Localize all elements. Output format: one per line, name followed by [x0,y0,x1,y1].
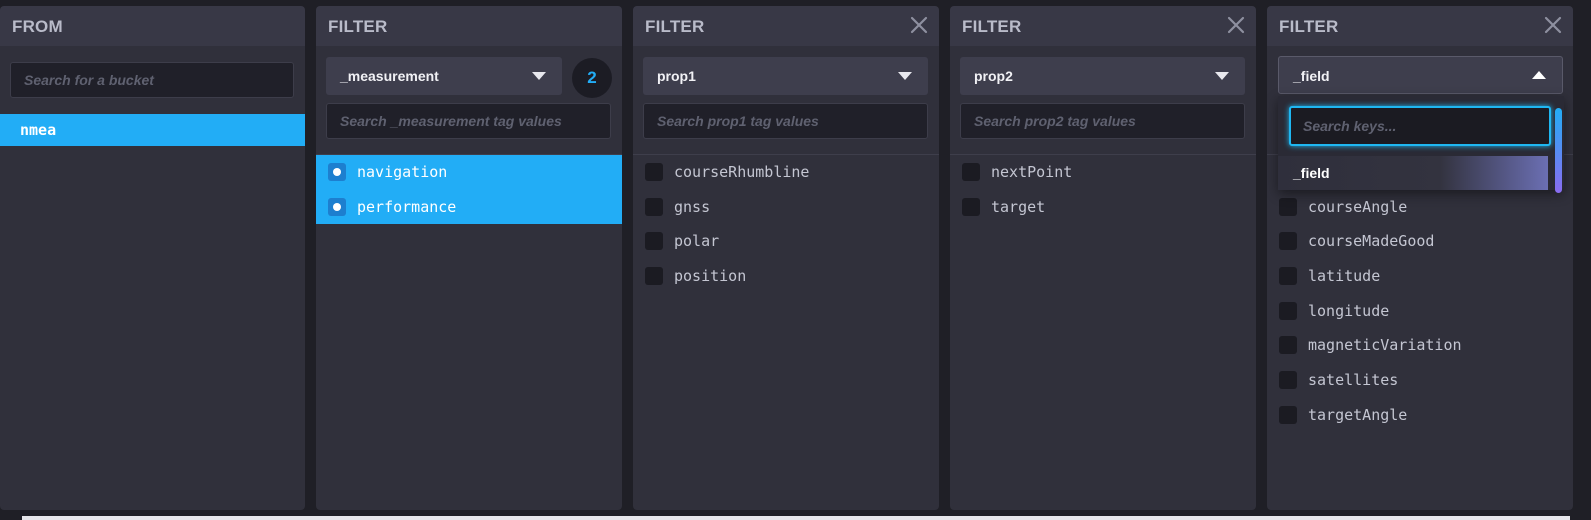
tag-value-list: courseAngle courseMadeGood latitude long… [1267,155,1573,433]
checkbox[interactable] [962,163,980,181]
checkbox[interactable] [1279,267,1297,286]
tag-value-item-navigation[interactable]: navigation [316,155,622,190]
tag-value-list: courseRhumbline gnss polar position [633,155,939,294]
tag-value-item-satellites[interactable]: satellites [1267,363,1573,398]
prop1-tag-search-input[interactable] [643,103,928,139]
key-dropdown-prop1[interactable]: prop1 [643,57,928,95]
tag-value-item-nextPoint[interactable]: nextPoint [950,155,1256,190]
prop2-tag-search-input[interactable] [960,103,1245,139]
checkbox[interactable] [1279,405,1297,424]
tag-value-item-latitude[interactable]: latitude [1267,259,1573,294]
filter-card-field: FILTER _field courseAngle courseMadeGood… [1267,6,1573,510]
caret-up-icon [1532,71,1546,79]
key-dropdown-label: prop1 [657,68,696,84]
filter-card-header: FILTER [950,6,1256,46]
close-icon[interactable] [909,15,929,35]
key-dropdown-measurement[interactable]: _measurement [326,57,562,95]
bucket-search-input[interactable] [10,62,294,98]
tag-value-item-gnss[interactable]: gnss [633,190,939,225]
tag-value-label: latitude [1308,267,1381,286]
tag-value-item-courseMadeGood[interactable]: courseMadeGood [1267,224,1573,259]
tag-value-label: gnss [674,197,711,216]
tag-value-label: longitude [1308,301,1390,320]
tag-value-item-targetAngle[interactable]: targetAngle [1267,398,1573,433]
filter-card-prop1: FILTER prop1 courseRhumbline gnss polar … [633,6,939,510]
tag-value-list: nextPoint target [950,155,1256,224]
tag-value-label: performance [357,197,457,216]
checkbox[interactable] [1279,371,1297,390]
filter-card-title: FILTER [328,17,388,36]
checkbox[interactable] [1279,232,1297,251]
tag-value-label: navigation [357,163,448,181]
caret-down-icon [898,72,912,80]
filter-card-measurement: FILTER _measurement 2 navigation perform… [316,6,622,510]
tag-value-item-target[interactable]: target [950,190,1256,225]
tag-value-label: courseAngle [1308,197,1408,216]
tag-value-item-magneticVariation[interactable]: magneticVariation [1267,328,1573,363]
bucket-item-label: nmea [20,121,57,139]
close-icon[interactable] [1543,15,1563,35]
filter-card-title: FILTER [645,17,705,36]
key-option-field[interactable]: _field [1278,156,1548,190]
tag-value-item-courseRhumbline[interactable]: courseRhumbline [633,155,939,190]
close-icon[interactable] [1226,15,1246,35]
key-dropdown-field[interactable]: _field [1278,56,1563,94]
checkbox[interactable] [645,267,663,286]
tag-value-label: targetAngle [1308,405,1408,424]
checkbox[interactable] [328,197,346,216]
tag-value-item-position[interactable]: position [633,259,939,294]
selected-count-badge: 2 [572,58,612,98]
filter-card-header: FILTER [633,6,939,46]
filter-card-prop2: FILTER prop2 nextPoint target [950,6,1256,510]
checkbox[interactable] [645,197,663,216]
filter-card-header: FILTER [1267,6,1573,46]
popup-scrollbar[interactable] [1555,108,1562,193]
tag-value-item-longitude[interactable]: longitude [1267,294,1573,329]
checkbox[interactable] [1279,336,1297,355]
tag-value-label: position [674,267,747,286]
tag-value-label: nextPoint [991,163,1073,181]
checkbox[interactable] [1279,301,1297,320]
tag-value-item-polar[interactable]: polar [633,224,939,259]
measurement-tag-search-input[interactable] [326,103,611,139]
tag-value-label: target [991,197,1046,216]
tag-value-item-performance[interactable]: performance [316,189,622,225]
tag-value-label: polar [674,232,720,251]
tag-value-label: courseRhumbline [674,163,810,181]
tag-value-label: magneticVariation [1308,336,1462,355]
keys-search-input[interactable] [1289,106,1551,146]
caret-down-icon [532,72,546,80]
from-card: FROM nmea [0,6,305,510]
key-dropdown-label: prop2 [974,68,1013,84]
from-card-title: FROM [12,17,63,36]
from-card-header: FROM [0,6,305,46]
key-option-label: _field [1293,165,1330,181]
tag-value-label: courseMadeGood [1308,232,1435,251]
tag-value-label: satellites [1308,371,1399,390]
checkbox[interactable] [962,197,980,216]
checkbox[interactable] [1279,197,1297,216]
tag-value-item-courseAngle[interactable]: courseAngle [1267,190,1573,225]
key-dropdown-prop2[interactable]: prop2 [960,57,1245,95]
bucket-item-nmea[interactable]: nmea [0,114,305,146]
filter-card-title: FILTER [962,17,1022,36]
key-dropdown-popup: _field [1278,96,1564,193]
key-dropdown-label: _field [1293,68,1330,84]
filter-card-title: FILTER [1279,17,1339,36]
caret-down-icon [1215,72,1229,80]
horizontal-scrollbar[interactable] [22,516,1570,520]
filter-card-header: FILTER [316,6,622,46]
tag-value-list: navigation performance [316,155,622,225]
key-dropdown-label: _measurement [340,68,439,84]
checkbox[interactable] [328,163,346,181]
checkbox[interactable] [645,163,663,181]
checkbox[interactable] [645,232,663,251]
